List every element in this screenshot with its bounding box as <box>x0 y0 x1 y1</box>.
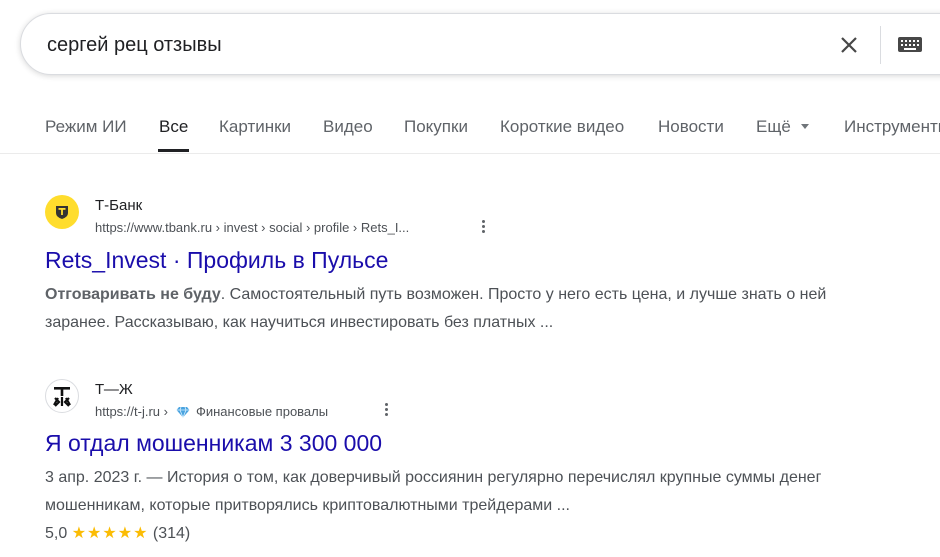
tab-more[interactable]: Ещё <box>756 117 809 137</box>
tab-tools[interactable]: Инструменты <box>844 117 940 137</box>
result-url-section: Финансовые провалы <box>195 404 329 419</box>
result-title[interactable]: Rets_Invest · Профиль в Пульсе <box>45 247 388 274</box>
tab-all[interactable]: Все <box>159 117 188 137</box>
close-icon[interactable] <box>837 33 861 57</box>
result-snippet: 3 апр. 2023 г. — История о том, как дове… <box>45 469 822 514</box>
search-box-divider <box>880 26 881 64</box>
diamond-icon <box>176 406 190 418</box>
search-box <box>20 13 940 75</box>
tab-ai-mode[interactable]: Режим ИИ <box>45 117 127 137</box>
result-url-base: https://t-j.ru › <box>95 404 168 419</box>
active-tab-indicator <box>158 149 189 152</box>
result-snippet: Отговаривать не буду. Самостоятельный пу… <box>45 281 875 337</box>
star-rating-icon: ★★★★★ <box>71 525 149 542</box>
result-site-name[interactable]: Т-Банк <box>95 197 142 214</box>
more-options-icon[interactable] <box>383 401 389 419</box>
tab-videos[interactable]: Видео <box>323 117 373 137</box>
result-site-name[interactable]: Т—Ж <box>95 381 133 398</box>
tab-shopping[interactable]: Покупки <box>404 117 468 137</box>
tab-short-videos[interactable]: Короткие видео <box>500 117 624 137</box>
tj-favicon-icon <box>45 379 79 413</box>
snippet-bold: Отговаривать не буду <box>45 286 221 303</box>
tabs-divider <box>0 153 940 154</box>
result-url[interactable]: https://www.tbank.ru › invest › social ›… <box>95 220 409 235</box>
keyboard-icon[interactable] <box>897 35 923 55</box>
more-options-icon[interactable] <box>480 218 486 236</box>
search-tabs: Режим ИИ Все Картинки Видео Покупки Коро… <box>0 100 940 153</box>
search-input[interactable] <box>47 32 807 58</box>
tab-more-label: Ещё <box>756 117 791 136</box>
tab-images[interactable]: Картинки <box>219 117 291 137</box>
tbank-favicon-icon <box>45 195 79 229</box>
result-title[interactable]: Я отдал мошенникам 3 300 000 <box>45 430 382 457</box>
result-url-text: https://www.tbank.ru › invest › social ›… <box>95 220 410 235</box>
result-url[interactable]: https://t-j.ru › Финансовые провалы <box>95 404 328 419</box>
chevron-down-icon <box>800 123 809 129</box>
result-rating: 5,0 ★★★★★ (314) <box>45 523 190 543</box>
rating-value: 5,0 <box>45 525 68 542</box>
rating-count: (314) <box>152 525 191 542</box>
tab-news[interactable]: Новости <box>658 117 724 137</box>
